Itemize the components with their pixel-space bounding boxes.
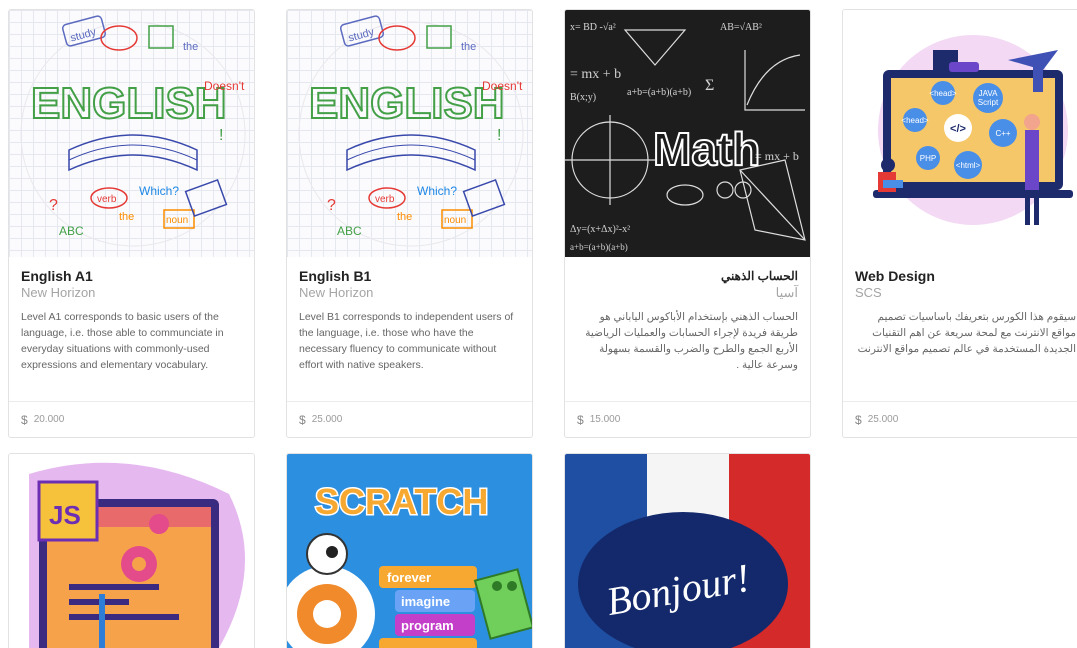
english-doodle-image: ENGLISH study the Doesn't verb Which? AB…	[9, 10, 254, 257]
svg-text:!: !	[219, 127, 223, 144]
svg-text:ENGLISH: ENGLISH	[31, 79, 227, 128]
web-design-image: <head> JAVA Script <head> </> C++ PHP <h…	[843, 10, 1077, 257]
course-description: سيقوم هذا الكورس بتعريفك باساسيات تصميم …	[857, 311, 1076, 355]
svg-text:verb: verb	[375, 194, 395, 205]
course-description: Level B1 corresponds to independent user…	[299, 311, 514, 371]
tag-code: </>	[950, 123, 966, 135]
course-card-web-design[interactable]: <head> JAVA Script <head> </> C++ PHP <h…	[842, 9, 1077, 438]
svg-text:ABC: ABC	[337, 224, 362, 238]
svg-text:Σ: Σ	[705, 77, 714, 94]
course-card-english-a1[interactable]: ENGLISH study the Doesn't verb Which? AB…	[8, 9, 255, 438]
course-card-javascript[interactable]: JS	[8, 453, 255, 648]
currency-symbol: $	[299, 412, 306, 427]
svg-text:AB=√AB²: AB=√AB²	[720, 22, 762, 33]
svg-text:the: the	[119, 211, 134, 223]
block-program: program	[401, 618, 454, 633]
svg-text:Δy=(x+Δx)²-x²: Δy=(x+Δx)²-x²	[570, 224, 630, 235]
svg-text:Doesn't: Doesn't	[482, 79, 523, 93]
bonjour-image: Bonjour!	[565, 454, 810, 648]
svg-text:noun: noun	[166, 215, 188, 226]
tag-cpp: C++	[995, 129, 1010, 138]
course-provider: New Horizon	[21, 285, 96, 300]
course-title[interactable]: Web Design	[855, 267, 1076, 285]
course-price: $ 15.000	[565, 401, 810, 437]
course-card-scratch[interactable]: SCRATCH forever imagine program	[286, 453, 533, 648]
svg-text:Which?: Which?	[139, 184, 179, 198]
course-provider: SCS	[855, 285, 882, 300]
currency-symbol: $	[21, 412, 28, 427]
svg-text:JAVA: JAVA	[979, 89, 998, 98]
svg-text:noun: noun	[444, 215, 466, 226]
course-provider: آسيا	[775, 285, 798, 300]
math-chalkboard-image: x= BD -√a² = mx + b B(x;y) a+b=(a+b)(a+b…	[565, 10, 810, 257]
svg-text:= mx + b: = mx + b	[570, 67, 621, 82]
course-card-mental-math[interactable]: x= BD -√a² = mx + b B(x;y) a+b=(a+b)(a+b…	[564, 9, 811, 438]
svg-text:Script: Script	[978, 98, 999, 107]
price-value: 25.000	[311, 414, 343, 425]
currency-symbol: $	[577, 412, 584, 427]
scratch-logo: SCRATCH	[315, 481, 488, 522]
javascript-image: JS	[9, 454, 254, 648]
price-value: 15.000	[589, 414, 621, 425]
svg-text:a+b=(a+b)(a+b): a+b=(a+b)(a+b)	[627, 87, 691, 98]
svg-text:Which?: Which?	[417, 184, 457, 198]
svg-text:!: !	[497, 127, 501, 144]
course-price: $ 25.000	[287, 401, 532, 437]
svg-text:Doesn't: Doesn't	[204, 79, 245, 93]
svg-text:the: the	[183, 41, 198, 53]
js-label: JS	[49, 500, 81, 530]
svg-text:ENGLISH: ENGLISH	[309, 79, 505, 128]
math-label: Math	[653, 123, 760, 175]
block-imagine: imagine	[401, 594, 450, 609]
price-value: 20.000	[33, 414, 65, 425]
course-price: $ 20.000	[9, 401, 254, 437]
course-description: الحساب الذهني بإستخدام الأباكوس الياباني…	[585, 311, 798, 371]
svg-text:?: ?	[49, 197, 58, 214]
svg-text:a+b=(a+b)(a+b): a+b=(a+b)(a+b)	[570, 242, 628, 252]
course-title[interactable]: English A1	[21, 267, 242, 285]
svg-text:B(x;y): B(x;y)	[570, 92, 596, 103]
tag-php: PHP	[920, 154, 936, 163]
course-card-french[interactable]: Bonjour!	[564, 453, 811, 648]
course-description: Level A1 corresponds to basic users of t…	[21, 311, 224, 371]
tag-html: <html>	[956, 161, 981, 170]
course-price: $ 25.000	[843, 401, 1077, 437]
price-value: 25.000	[867, 414, 899, 425]
english-doodle-image: ENGLISH study the Doesn't verb Which? AB…	[287, 10, 532, 257]
svg-text:?: ?	[327, 197, 336, 214]
svg-text:the: the	[397, 211, 412, 223]
scratch-image: SCRATCH forever imagine program	[287, 454, 532, 648]
tag-head-2: <head>	[901, 116, 928, 125]
tag-head-1: <head>	[929, 89, 956, 98]
block-forever: forever	[387, 570, 431, 585]
svg-text:verb: verb	[97, 194, 117, 205]
course-title[interactable]: الحساب الذهني	[577, 267, 798, 285]
course-card-english-b1[interactable]: ENGLISH study the Doesn't verb Which? AB…	[286, 9, 533, 438]
svg-text:ABC: ABC	[59, 224, 84, 238]
course-title[interactable]: English B1	[299, 267, 520, 285]
course-provider: New Horizon	[299, 285, 374, 300]
currency-symbol: $	[855, 412, 862, 427]
svg-text:= mx + b: = mx + b	[755, 149, 799, 163]
svg-text:x= BD -√a²: x= BD -√a²	[570, 22, 616, 33]
svg-text:the: the	[461, 41, 476, 53]
